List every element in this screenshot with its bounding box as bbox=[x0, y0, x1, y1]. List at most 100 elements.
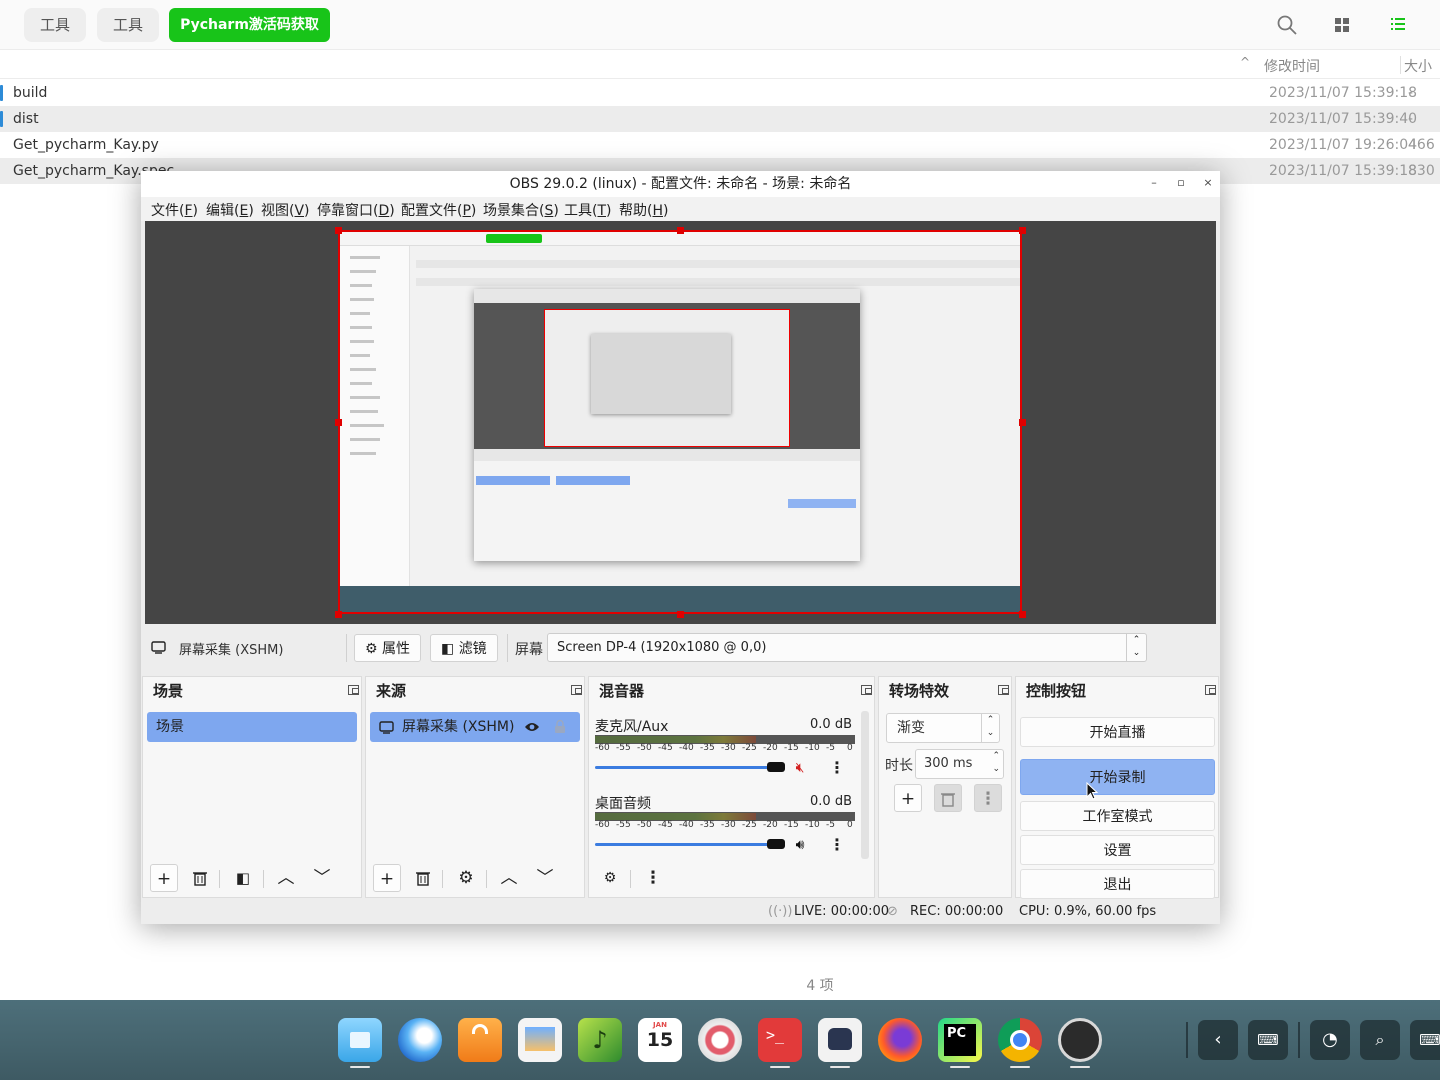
cat-app-icon[interactable] bbox=[818, 1018, 862, 1062]
menu-help[interactable]: 帮助(H) bbox=[619, 200, 668, 220]
nested-obs-window bbox=[474, 289, 860, 561]
move-down-button[interactable]: ﹀ bbox=[531, 864, 559, 892]
search-icon[interactable] bbox=[1276, 14, 1298, 36]
maximize-button[interactable]: ▫ bbox=[1174, 176, 1188, 190]
settings-icon[interactable] bbox=[698, 1018, 742, 1062]
obs-title-bar[interactable]: OBS 29.0.2 (linux) - 配置文件: 未命名 - 场景: 未命名… bbox=[141, 171, 1220, 197]
spinner-icon[interactable]: ⌃ ⌄ bbox=[992, 750, 1000, 776]
lock-icon[interactable] bbox=[554, 719, 566, 734]
eye-icon[interactable] bbox=[524, 721, 540, 733]
volume-slider-handle[interactable] bbox=[767, 839, 785, 849]
transitions-title: 转场特效 bbox=[889, 682, 950, 700]
gear-icon[interactable]: ⚙ bbox=[452, 864, 480, 892]
tab-tools-2[interactable]: 工具 bbox=[97, 8, 160, 42]
preview-canvas[interactable] bbox=[145, 221, 1216, 624]
file-modified: 2023/11/07 15:39:18 bbox=[1269, 163, 1418, 179]
app-store-icon[interactable] bbox=[458, 1018, 502, 1062]
close-button[interactable]: × bbox=[1201, 176, 1215, 190]
channel-menu-button[interactable]: ⋮ bbox=[827, 833, 847, 857]
menu-tools[interactable]: 工具(T) bbox=[564, 200, 612, 220]
calendar-icon[interactable]: JAN 15 bbox=[638, 1018, 682, 1062]
grid-view-icon[interactable] bbox=[1331, 14, 1353, 36]
file-row[interactable]: dist 2023/11/07 15:39:40 - bbox=[0, 106, 1440, 132]
undock-icon[interactable] bbox=[348, 685, 359, 695]
file-row[interactable]: Get_pycharm_Kay.py 2023/11/07 19:26:04 4… bbox=[0, 132, 1440, 158]
file-manager-toolbar: 工具 工具 Pycharm激活码获取 bbox=[0, 0, 1440, 50]
source-item[interactable]: 屏幕采集 (XSHM) bbox=[370, 712, 580, 742]
list-view-icon[interactable] bbox=[1387, 14, 1409, 36]
undock-icon[interactable] bbox=[861, 685, 872, 695]
start-recording-button[interactable]: 开始录制 bbox=[1020, 759, 1215, 795]
undock-icon[interactable] bbox=[1205, 685, 1216, 695]
advanced-audio-gear-icon[interactable]: ⚙︎ bbox=[596, 864, 624, 892]
search-icon[interactable]: ⌕ bbox=[1360, 1020, 1400, 1060]
meter-tick-label: -10 bbox=[805, 743, 820, 753]
duration-input[interactable]: 300 ms ⌃ ⌄ bbox=[915, 749, 1004, 779]
volume-slider[interactable] bbox=[595, 762, 785, 772]
volume-slider[interactable] bbox=[595, 839, 785, 849]
speaker-icon[interactable]: 🔊︎ bbox=[791, 836, 809, 854]
mixer-menu-button[interactable]: ⋮ bbox=[639, 864, 667, 892]
obs-icon[interactable] bbox=[1058, 1018, 1102, 1062]
screen-capture-source[interactable] bbox=[338, 230, 1022, 614]
browser-icon[interactable] bbox=[398, 1018, 442, 1062]
menu-scene-collection[interactable]: 场景集合(S) bbox=[483, 200, 559, 220]
move-up-button[interactable]: ︿ bbox=[495, 864, 523, 892]
menu-profile[interactable]: 配置文件(P) bbox=[401, 200, 476, 220]
filters-button[interactable]: ◧ 滤镜 bbox=[430, 634, 498, 662]
settings-button[interactable]: 设置 bbox=[1020, 835, 1215, 865]
start-streaming-button[interactable]: 开始直播 bbox=[1020, 717, 1215, 747]
column-modified[interactable]: 修改时间 bbox=[1264, 56, 1320, 76]
move-down-button[interactable]: ﹀ bbox=[308, 864, 336, 892]
filter-icon[interactable]: ◧ bbox=[229, 864, 257, 892]
trash-icon[interactable] bbox=[186, 864, 214, 892]
nested-toolbar bbox=[340, 232, 1020, 246]
mixer-scrollbar[interactable] bbox=[861, 711, 869, 859]
keyboard-icon[interactable]: ⌨ bbox=[1248, 1020, 1288, 1060]
menu-edit[interactable]: 编辑(E) bbox=[206, 200, 254, 220]
menu-view[interactable]: 视图(V) bbox=[261, 200, 310, 220]
collapse-tray-button[interactable]: ‹ bbox=[1198, 1020, 1238, 1060]
remove-transition-icon[interactable] bbox=[934, 784, 962, 812]
pycharm-icon[interactable]: PC bbox=[938, 1018, 982, 1062]
meter-tick-label: -5 bbox=[826, 820, 835, 830]
minimize-button[interactable]: – bbox=[1147, 176, 1161, 190]
system-monitor-icon[interactable]: ◔ bbox=[1310, 1020, 1350, 1060]
move-up-button[interactable]: ︿ bbox=[272, 864, 300, 892]
menu-bar: 文件(F) 编辑(E) 视图(V) 停靠窗口(D) 配置文件(P) 场景集合(S… bbox=[141, 197, 1220, 221]
channel-menu-button[interactable]: ⋮ bbox=[827, 756, 847, 780]
tab-tools-1[interactable]: 工具 bbox=[24, 8, 87, 42]
volume-slider-handle[interactable] bbox=[767, 762, 785, 772]
undock-icon[interactable] bbox=[998, 685, 1009, 695]
column-size[interactable]: 大小 bbox=[1404, 56, 1432, 76]
meter-scale: -60 -55 -50 -45 -40 -35 -30 -25 -20 -15 -10 -5 0 bbox=[595, 820, 857, 832]
chrome-icon[interactable] bbox=[998, 1018, 1042, 1062]
screen-select[interactable]: Screen DP-4 (1920x1080 @ 0,0) ⌃ ⌄ bbox=[547, 633, 1147, 662]
terminal-icon[interactable]: >_ bbox=[758, 1018, 802, 1062]
menu-docks[interactable]: 停靠窗口(D) bbox=[317, 200, 395, 220]
controls-title: 控制按钮 bbox=[1026, 682, 1087, 700]
firefox-icon[interactable] bbox=[878, 1018, 922, 1062]
transition-menu-button[interactable]: ⋮ bbox=[974, 784, 1002, 812]
music-icon[interactable]: ♪ bbox=[578, 1018, 622, 1062]
add-scene-button[interactable]: + bbox=[150, 864, 178, 892]
sort-indicator[interactable]: ^ bbox=[1240, 55, 1250, 69]
scene-item[interactable]: 场景 bbox=[147, 712, 357, 742]
properties-button[interactable]: ⚙ 属性 bbox=[354, 634, 422, 662]
exit-button[interactable]: 退出 bbox=[1020, 869, 1215, 899]
muted-speaker-icon[interactable]: 🔇︎ bbox=[791, 759, 809, 777]
undock-icon[interactable] bbox=[571, 685, 582, 695]
menu-file[interactable]: 文件(F) bbox=[151, 200, 198, 220]
add-transition-button[interactable]: + bbox=[894, 784, 922, 812]
file-name: dist bbox=[13, 111, 39, 127]
tab-pycharm-active[interactable]: Pycharm激活码获取 bbox=[169, 8, 330, 42]
add-source-button[interactable]: + bbox=[373, 864, 401, 892]
nested-sidebar bbox=[340, 246, 410, 586]
transition-select[interactable]: 渐变 ⌃ ⌄ bbox=[886, 713, 1000, 743]
studio-mode-button[interactable]: 工作室模式 bbox=[1020, 801, 1215, 831]
file-row[interactable]: build 2023/11/07 15:39:18 - bbox=[0, 80, 1440, 106]
image-viewer-icon[interactable] bbox=[518, 1018, 562, 1062]
input-method-icon[interactable]: ⌨ bbox=[1410, 1020, 1440, 1060]
file-manager-icon[interactable] bbox=[338, 1018, 382, 1062]
trash-icon[interactable] bbox=[409, 864, 437, 892]
